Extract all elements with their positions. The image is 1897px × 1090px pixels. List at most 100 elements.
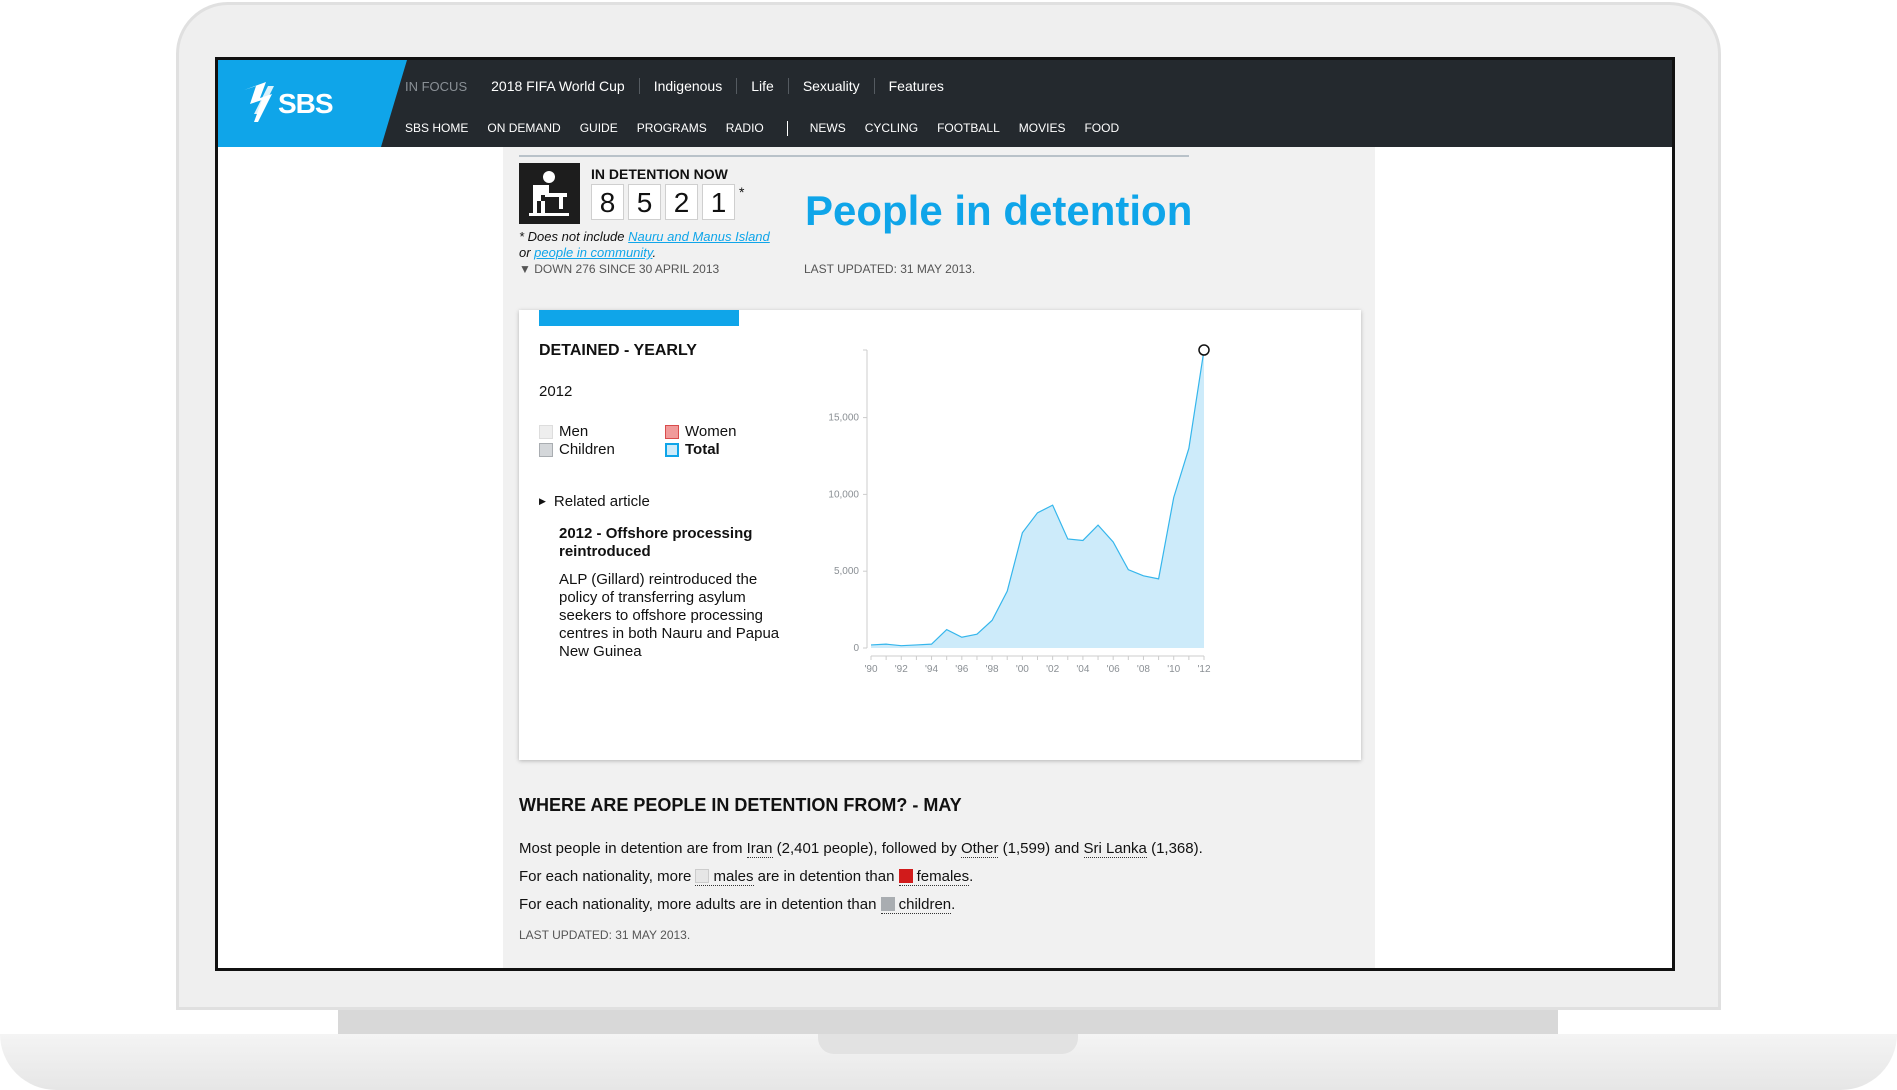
footnote-text: * Does not include: [519, 229, 629, 244]
legend-children[interactable]: Children: [539, 441, 615, 458]
chart-heading: DETAINED - YEARLY: [539, 342, 697, 359]
related-article-body: ALP (Gillard) reintroduced the policy of…: [559, 571, 780, 660]
browser-viewport: SBS IN FOCUS 2018 FIFA World Cup Indigen…: [218, 60, 1672, 968]
focus-item-features[interactable]: Features: [873, 78, 958, 94]
nav-guide[interactable]: GUIDE: [580, 118, 618, 138]
footnote-text: .: [652, 245, 657, 260]
legend-label: Men: [559, 423, 589, 440]
main-nav: SBS HOME ON DEMAND GUIDE PROGRAMS RADIO …: [405, 118, 1138, 150]
x-tick-label: '02: [1046, 664, 1059, 675]
legend-swatch: [539, 424, 553, 439]
detention-counter: 8 5 2 1 *: [591, 184, 744, 220]
detention-person-icon: [519, 163, 580, 224]
laptop-screen: SBS IN FOCUS 2018 FIFA World Cup Indigen…: [215, 57, 1675, 971]
total-area: [871, 350, 1204, 648]
females-label: females: [916, 868, 970, 885]
children-swatch: [880, 897, 895, 911]
focus-item-sexuality[interactable]: Sexuality: [787, 78, 874, 94]
x-tick-label: '08: [1137, 664, 1150, 675]
last-updated-bottom: LAST UPDATED: 31 MAY 2013.: [519, 928, 691, 942]
country-sri-lanka[interactable]: Sri Lanka: [1083, 840, 1147, 858]
counter-digit: 8: [591, 184, 624, 220]
age-summary: For each nationality, more adults are in…: [519, 896, 956, 914]
triangle-right-icon: ▶: [539, 496, 546, 506]
text: .: [951, 896, 956, 913]
nav-cycling[interactable]: CYCLING: [865, 118, 918, 138]
y-tick-label: 10,000: [828, 489, 859, 500]
x-tick-label: '00: [1016, 664, 1029, 675]
females-swatch: [898, 869, 913, 883]
nav-food[interactable]: FOOD: [1084, 118, 1119, 138]
text: are in detention than: [753, 868, 899, 885]
males-toggle[interactable]: males: [695, 868, 754, 886]
x-tick-label: '90: [864, 664, 877, 675]
x-tick-label: '98: [986, 664, 999, 675]
counter-digit: 5: [628, 184, 661, 220]
text: .: [969, 868, 974, 885]
nationality-heading: WHERE ARE PEOPLE IN DETENTION FROM? - MA…: [519, 795, 962, 815]
in-focus-bar: IN FOCUS 2018 FIFA World Cup Indigenous …: [405, 76, 958, 96]
focus-item-life[interactable]: Life: [736, 78, 788, 94]
y-tick-label: 0: [853, 643, 859, 654]
legend-swatch: [665, 424, 679, 439]
counter-digit: 2: [665, 184, 698, 220]
focus-item-indigenous[interactable]: Indigenous: [638, 78, 737, 94]
text: For each nationality, more: [519, 868, 696, 885]
site-header: SBS IN FOCUS 2018 FIFA World Cup Indigen…: [218, 60, 1672, 150]
in-detention-label: IN DETENTION NOW: [591, 166, 728, 182]
x-tick-label: '96: [955, 664, 968, 675]
focus-item-world-cup[interactable]: 2018 FIFA World Cup: [491, 78, 639, 94]
nav-radio[interactable]: RADIO: [726, 118, 764, 138]
nav-programs[interactable]: PROGRAMS: [637, 118, 707, 138]
text: Most people in detention are from: [519, 840, 747, 857]
legend-men[interactable]: Men: [539, 423, 588, 440]
top-divider: [519, 155, 1189, 157]
country-other[interactable]: Other: [960, 840, 999, 858]
sbs-logo[interactable]: SBS: [218, 60, 381, 147]
legend-label: Women: [685, 423, 737, 440]
related-article-toggle[interactable]: ▶ Related article: [539, 493, 650, 510]
detention-trend: ▼ DOWN 276 SINCE 30 APRIL 2013: [519, 262, 720, 276]
nav-football[interactable]: FOOTBALL: [937, 118, 1000, 138]
y-tick-label: 15,000: [828, 413, 859, 424]
logo-text: SBS: [278, 88, 334, 119]
selected-year-marker: [1198, 344, 1210, 356]
page-title: People in detention: [805, 187, 1193, 234]
legend-label: Total: [685, 441, 720, 458]
x-tick-label: '12: [1197, 664, 1210, 675]
legend-total[interactable]: Total: [665, 441, 720, 458]
text: (1,599) and: [998, 840, 1084, 857]
legend-swatch: [665, 442, 679, 457]
in-focus-label: IN FOCUS: [405, 78, 468, 94]
laptop-notch: [818, 1034, 1078, 1054]
nav-movies[interactable]: MOVIES: [1019, 118, 1066, 138]
country-iran[interactable]: Iran: [746, 840, 773, 858]
laptop-hinge: [338, 1010, 1558, 1036]
yearly-detention-chart[interactable]: 0 5,000 10,000 15,000 '90 '92 '94 '96 '98 '00 '02 '…: [809, 330, 1329, 690]
text: (2,401 people), followed by: [772, 840, 961, 857]
logo-corner: [381, 60, 407, 147]
detention-footnote: * Does not include Nauru and Manus Islan…: [519, 229, 819, 261]
x-tick-label: '94: [925, 664, 938, 675]
y-tick-label: 5,000: [834, 566, 859, 577]
children-toggle[interactable]: children: [880, 896, 952, 914]
people-in-community-link[interactable]: people in community: [534, 245, 652, 260]
nav-sbs-home[interactable]: SBS HOME: [405, 118, 468, 138]
gender-summary: For each nationality, more males are in …: [519, 868, 974, 886]
x-tick-label: '04: [1076, 664, 1089, 675]
nav-news[interactable]: NEWS: [799, 118, 856, 150]
males-swatch: [695, 869, 710, 883]
last-updated: LAST UPDATED: 31 MAY 2013.: [804, 262, 976, 276]
nauru-manus-link[interactable]: Nauru and Manus Island: [628, 229, 770, 244]
nav-on-demand[interactable]: ON DEMAND: [487, 118, 560, 138]
x-tick-label: '06: [1107, 664, 1120, 675]
related-article-title: 2012 - Offshore processing reintroduced: [559, 525, 753, 560]
text: For each nationality, more adults are in…: [519, 896, 881, 913]
x-tick-label: '10: [1167, 664, 1180, 675]
nav-divider: [786, 120, 788, 136]
females-toggle[interactable]: females: [898, 868, 970, 886]
card-accent-bar: [539, 310, 739, 326]
legend-label: Children: [559, 441, 615, 458]
legend-women[interactable]: Women: [665, 423, 736, 440]
nationality-summary: Most people in detention are from Iran (…: [519, 840, 1203, 858]
